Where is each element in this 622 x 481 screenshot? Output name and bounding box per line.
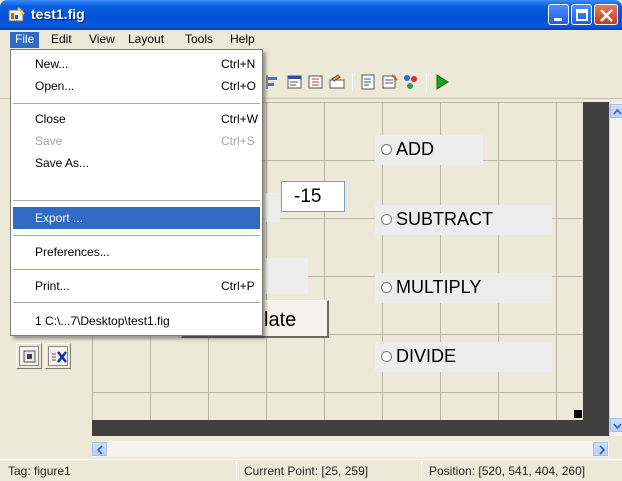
status-separator: [236, 462, 237, 480]
file-menu-dropdown: New... Ctrl+N Open... Ctrl+O Close Ctrl+W S…: [10, 49, 263, 336]
palette-toggle-button[interactable]: [16, 343, 42, 369]
activex-tool-icon: [52, 351, 67, 363]
run-icon[interactable]: [433, 73, 451, 91]
menu-item-print[interactable]: Print... Ctrl+P: [13, 275, 260, 297]
radio-divide-label: DIVIDE: [396, 346, 457, 366]
menu-editor-icon[interactable]: [286, 73, 304, 91]
toolbar-separator: [426, 73, 427, 91]
menu-bar: File Edit View Layout Tools Help: [0, 30, 622, 49]
radio-add-label: ADD: [396, 139, 435, 159]
scroll-left-button[interactable]: [92, 442, 107, 456]
scroll-right-button[interactable]: [593, 442, 608, 456]
menu-item-recent-file[interactable]: 1 C:\...7\Desktop\test1.fig: [13, 310, 260, 332]
menu-separator: [13, 302, 260, 303]
menu-item-shortcut: Ctrl+N: [221, 57, 256, 71]
object-browser-icon[interactable]: [402, 73, 420, 91]
menu-layout[interactable]: Layout: [123, 32, 169, 48]
scroll-down-button[interactable]: [610, 418, 622, 432]
toolbar-editor-icon[interactable]: [328, 73, 346, 91]
figure-icon: [8, 7, 25, 22]
menu-item-save-as[interactable]: Save As...: [13, 152, 260, 174]
scroll-up-button[interactable]: [610, 104, 622, 118]
toggle-button-tool-icon: [23, 350, 36, 363]
static-text-box[interactable]: [264, 258, 308, 294]
menu-item-label: Preferences...: [35, 245, 110, 259]
canvas-border-right: [583, 102, 609, 436]
menu-file[interactable]: File: [10, 32, 40, 48]
menu-item-preferences[interactable]: Preferences...: [13, 241, 260, 263]
menu-item-close[interactable]: Close Ctrl+W: [13, 108, 260, 130]
menu-separator: [13, 103, 260, 104]
menu-item-export[interactable]: Export ...: [13, 207, 260, 229]
title-bar[interactable]: test1.fig: [0, 0, 622, 30]
palette-activex[interactable]: [45, 343, 71, 369]
menu-item-shortcut: Ctrl+O: [221, 79, 257, 93]
menu-separator: [13, 269, 260, 270]
chevron-left-icon: [96, 445, 103, 455]
menu-separator: [13, 235, 260, 236]
status-position: Position: [520, 541, 404, 260]: [429, 464, 586, 478]
radio-divide[interactable]: DIVIDE: [375, 342, 552, 372]
radio-circle: [381, 144, 392, 155]
guide-window: test1.fig File Edit View Layout Tools He…: [0, 0, 622, 481]
menu-separator: [13, 200, 260, 201]
menu-item-label: Save: [35, 134, 63, 148]
maximize-button[interactable]: [571, 4, 592, 25]
menu-item-label: Open...: [35, 79, 75, 93]
status-separator: [421, 462, 422, 480]
menu-item-shortcut: Ctrl+S: [221, 134, 255, 148]
menu-item-label: 1 C:\...7\Desktop\test1.fig: [35, 314, 170, 328]
radio-subtract-label: SUBTRACT: [396, 209, 494, 229]
menu-item-label: Save As...: [35, 156, 90, 170]
minimize-button[interactable]: [548, 4, 569, 25]
chevron-down-icon: [613, 423, 622, 430]
menu-tools[interactable]: Tools: [180, 32, 218, 48]
status-bar: Tag: figure1 Current Point: [25, 259] Po…: [0, 459, 622, 481]
menu-item-shortcut: Ctrl+W: [221, 112, 258, 126]
radio-add[interactable]: ADD: [375, 135, 483, 165]
menu-help[interactable]: Help: [225, 32, 260, 48]
menu-item-label: New...: [35, 57, 69, 71]
radio-circle: [381, 282, 392, 293]
menu-item-shortcut: Ctrl+P: [221, 279, 255, 293]
menu-item-label: Export ...: [35, 211, 84, 225]
vertical-scrollbar[interactable]: [609, 102, 622, 436]
property-inspector-icon[interactable]: [381, 73, 399, 91]
canvas-border-bottom: [92, 420, 583, 436]
radio-circle: [381, 214, 392, 225]
radio-multiply[interactable]: MULTIPLY: [375, 273, 552, 303]
menu-item-open[interactable]: Open... Ctrl+O: [13, 75, 260, 97]
menu-edit[interactable]: Edit: [46, 32, 77, 48]
menu-item-label: Print...: [35, 279, 70, 293]
menu-view[interactable]: View: [84, 32, 120, 48]
chevron-up-icon: [613, 108, 622, 115]
chevron-right-icon: [599, 445, 606, 455]
horizontal-scrollbar[interactable]: [92, 441, 609, 457]
radio-subtract[interactable]: SUBTRACT: [375, 205, 552, 235]
edit-text-value: -15: [294, 186, 322, 207]
tab-order-icon[interactable]: [307, 73, 325, 91]
static-text-box[interactable]: [264, 193, 280, 222]
edit-text-field[interactable]: -15: [281, 181, 345, 212]
window-title: test1.fig: [31, 6, 85, 22]
toolbar-separator: [352, 73, 353, 91]
close-button[interactable]: [594, 4, 618, 25]
radio-circle: [381, 351, 392, 362]
calculate-button-label: late: [264, 309, 297, 331]
status-current-point: Current Point: [25, 259]: [244, 464, 369, 478]
align-objects-icon[interactable]: [265, 73, 283, 91]
radio-multiply-label: MULTIPLY: [396, 277, 482, 297]
menu-item-new[interactable]: New... Ctrl+N: [13, 53, 260, 75]
status-tag: Tag: figure1: [8, 464, 71, 478]
mfile-editor-icon[interactable]: [360, 73, 378, 91]
canvas-resize-handle[interactable]: [574, 410, 582, 418]
menu-item-save: Save Ctrl+S: [13, 130, 260, 152]
menu-item-label: Close: [35, 112, 66, 126]
